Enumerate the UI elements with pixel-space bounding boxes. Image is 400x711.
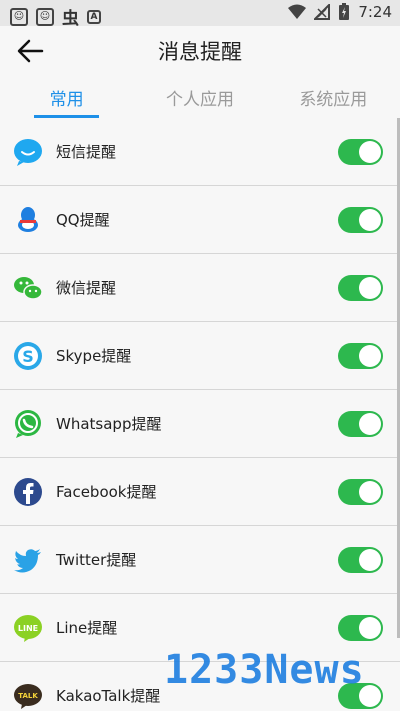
toggle-switch[interactable] [338, 274, 383, 301]
item-label: 微信提醒 [56, 279, 117, 297]
item-label: QQ提醒 [56, 211, 110, 229]
tab-common[interactable]: 常用 [0, 76, 133, 118]
whatsapp-icon [13, 409, 43, 439]
list-item[interactable]: 短信提醒 [0, 118, 400, 186]
face-notification-icon: ☺ [36, 7, 54, 26]
facebook-icon [13, 477, 43, 507]
item-label: Line提醒 [56, 619, 118, 637]
line-icon: LINE [13, 613, 43, 643]
clock: 7:24 [358, 3, 392, 21]
watermark: 1233News [164, 647, 365, 693]
svg-text:TALK: TALK [18, 692, 38, 700]
tab-personal-apps[interactable]: 个人应用 [133, 76, 266, 118]
twitter-icon [13, 545, 43, 575]
toggle-switch[interactable] [338, 138, 383, 165]
toggle-switch[interactable] [338, 546, 383, 573]
page-title: 消息提醒 [158, 40, 242, 64]
toggle-switch[interactable] [338, 342, 383, 369]
face-notification-icon: ☺ [10, 7, 28, 26]
item-label: Skype提醒 [56, 347, 132, 365]
toggle-switch[interactable] [338, 614, 383, 641]
app-bar: 消息提醒 [0, 26, 400, 76]
battery-charging-icon [339, 3, 350, 20]
list-item[interactable]: 微信提醒 [0, 254, 400, 322]
tab-system-apps[interactable]: 系统应用 [267, 76, 400, 118]
list-item[interactable]: QQ提醒 [0, 186, 400, 254]
notification-list: 短信提醒 QQ提醒 微信提醒 S Skype提醒 Whatsapp提醒 Face… [0, 118, 400, 711]
list-item[interactable]: Whatsapp提醒 [0, 390, 400, 458]
kakaotalk-icon: TALK [13, 681, 43, 711]
list-item[interactable]: S Skype提醒 [0, 322, 400, 390]
toggle-switch[interactable] [338, 410, 383, 437]
wifi-icon [288, 4, 307, 19]
svg-text:LINE: LINE [18, 624, 38, 633]
item-label: Twitter提醒 [56, 551, 137, 569]
signal-icon [314, 4, 331, 20]
item-label: 短信提醒 [56, 143, 117, 161]
svg-text:S: S [22, 347, 34, 366]
qq-icon [13, 205, 43, 235]
toggle-switch[interactable] [338, 478, 383, 505]
item-label: Whatsapp提醒 [56, 415, 162, 433]
sms-icon [13, 137, 43, 167]
text-notification-icon: A [87, 9, 101, 24]
list-item[interactable]: Twitter提醒 [0, 526, 400, 594]
wechat-icon [13, 273, 43, 303]
skype-icon: S [13, 341, 43, 371]
item-label: Facebook提醒 [56, 483, 157, 501]
tab-bar: 常用 个人应用 系统应用 [0, 76, 400, 118]
status-bar: ☺ ☺ 虫 A 7:24 [0, 0, 400, 29]
item-label: KakaoTalk提醒 [56, 687, 161, 705]
toggle-switch[interactable] [338, 206, 383, 233]
list-item[interactable]: Facebook提醒 [0, 458, 400, 526]
